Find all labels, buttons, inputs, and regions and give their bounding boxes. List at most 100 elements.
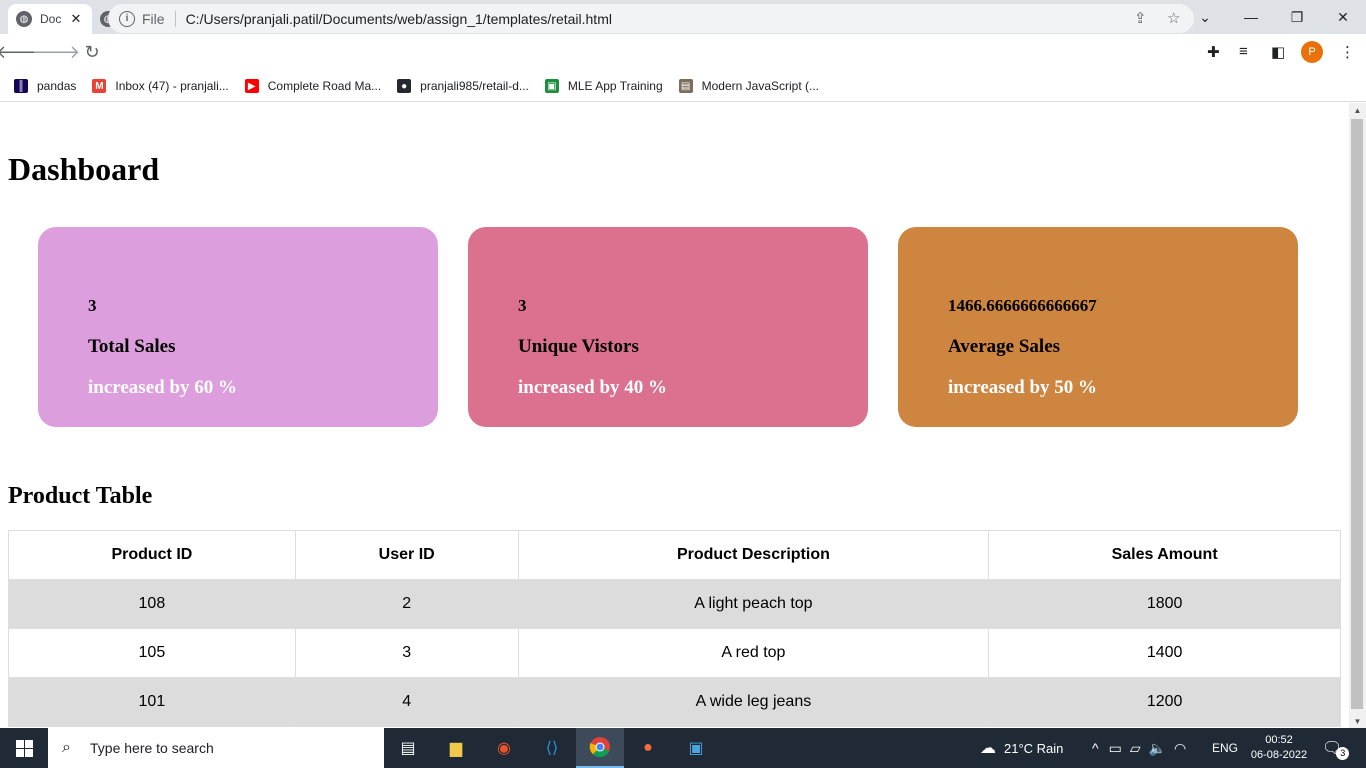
postman-icon[interactable]: ●	[624, 728, 672, 768]
restore-button[interactable]: ❐	[1274, 0, 1320, 34]
card-label: Unique Vistors	[518, 336, 639, 357]
cell-product-id: 101	[8, 677, 296, 727]
chrome-icon[interactable]	[576, 728, 624, 768]
side-panel-icon[interactable]: ◧	[1271, 43, 1285, 61]
search-placeholder: Type here to search	[90, 740, 214, 756]
cell-product-description: A light peach top	[517, 579, 990, 629]
card-label: Total Sales	[88, 336, 176, 357]
weather-widget[interactable]: ☁ 21°C Rain	[980, 728, 1063, 768]
file-explorer-icon[interactable]: ▆	[432, 728, 480, 768]
file-scheme-label: File	[142, 10, 165, 27]
header-sales-amount: Sales Amount	[988, 530, 1341, 580]
bookmark-item[interactable]: ● pranjali985/retail-d...	[397, 79, 529, 93]
bookmark-label: Inbox (47) - pranjali...	[115, 79, 229, 93]
notification-center-button[interactable]: 🗨 3	[1322, 728, 1350, 768]
browser-tab[interactable]: ◍ Doc ✕	[8, 4, 92, 34]
cell-sales-amount: 1400	[988, 628, 1341, 678]
youtube-icon: ▶	[244, 79, 259, 93]
clock-time: 00:52	[1265, 734, 1293, 746]
cell-product-id: 108	[8, 579, 296, 629]
clock-date: 06-08-2022	[1250, 749, 1308, 761]
cell-user-id: 3	[294, 628, 519, 678]
bookmark-item[interactable]: ▣ MLE App Training	[544, 79, 663, 93]
bookmark-item[interactable]: ▤ Modern JavaScript (...	[678, 79, 819, 93]
card-trend: increased by 50 %	[948, 377, 1098, 398]
bookmark-star-icon[interactable]: ☆	[1167, 9, 1180, 27]
media-control-icon[interactable]: ≡	[1239, 43, 1248, 60]
bookmark-label: pranjali985/retail-d...	[420, 79, 529, 93]
card-value: 1466.6666666666667	[948, 296, 1097, 315]
cell-sales-amount: 1800	[988, 579, 1341, 629]
bookmark-item[interactable]: ║ pandas	[14, 79, 76, 93]
cell-product-description: A wide leg jeans	[517, 677, 990, 727]
task-view-icon[interactable]: ▤	[384, 728, 432, 768]
cell-user-id: 4	[294, 677, 519, 727]
table-row: 108 2 A light peach top 1800	[8, 579, 1341, 629]
battery-icon[interactable]: ▱	[1130, 740, 1141, 757]
show-hidden-icons-chevron-icon[interactable]: ^	[1092, 740, 1099, 756]
page-viewport: Dashboard 3 Total Sales increased by 60 …	[0, 103, 1349, 728]
header-product-description: Product Description	[517, 530, 990, 580]
gmail-icon: M	[92, 79, 107, 93]
chrome-logo-icon	[589, 737, 610, 758]
browser-toolbar: 🡐 🡒 ↻	[0, 34, 1366, 71]
minimize-button[interactable]: —	[1228, 0, 1274, 34]
scroll-up-arrow-icon[interactable]: ▲	[1349, 103, 1366, 117]
start-button[interactable]	[0, 728, 48, 768]
page-title: Dashboard	[8, 151, 160, 187]
share-icon[interactable]: ⇪	[1134, 9, 1147, 27]
card-label: Average Sales	[948, 336, 1061, 357]
bookmark-item[interactable]: M Inbox (47) - pranjali...	[92, 79, 229, 93]
network-status-icon[interactable]: ▭	[1109, 740, 1122, 757]
language-indicator[interactable]: ENG	[1212, 728, 1238, 768]
profile-avatar[interactable]: P	[1301, 41, 1323, 63]
card-value: 3	[518, 296, 527, 315]
bookmark-label: pandas	[37, 79, 77, 93]
globe-icon: ◍	[16, 11, 32, 27]
table-row: 101 4 A wide leg jeans 1200	[8, 677, 1341, 727]
menu-kebab-icon[interactable]: ⋮	[1340, 43, 1355, 61]
site-info-icon[interactable]: i	[119, 10, 135, 27]
card-average-sales: 1466.6666666666667 Average Sales increas…	[898, 227, 1298, 427]
address-bar[interactable]: i File C:/Users/pranjali.patil/Documents…	[108, 4, 1194, 33]
screen: ◍Doc✕◍Doc✕Ghttp✕●reta✕▣Java✕▤Ang✕▤RES✕MI…	[0, 0, 1366, 768]
header-product-id: Product ID	[8, 530, 296, 580]
bookmarks-bar: ║ pandas M Inbox (47) - pranjali... ▶ Complet…	[0, 71, 1366, 102]
classroom-icon: ▣	[544, 79, 559, 93]
forward-button[interactable]: 🡒	[32, 37, 80, 69]
wifi-icon[interactable]: ◠	[1174, 740, 1186, 757]
reload-button[interactable]: ↻	[76, 37, 108, 69]
card-value: 3	[88, 296, 97, 315]
volume-icon[interactable]: 🔈	[1149, 740, 1166, 757]
card-total-sales: 3 Total Sales increased by 60 %	[38, 227, 438, 427]
scroll-thumb[interactable]	[1351, 119, 1363, 709]
card-trend: increased by 40 %	[518, 377, 668, 398]
close-window-button[interactable]: ✕	[1320, 0, 1366, 34]
bookmark-label: MLE App Training	[567, 79, 663, 93]
card-unique-visitors: 3 Unique Vistors increased by 40 %	[468, 227, 868, 427]
bookmark-item[interactable]: ▶ Complete Road Ma...	[244, 79, 382, 93]
ubuntu-app-icon[interactable]: ◉	[480, 728, 528, 768]
scroll-down-arrow-icon[interactable]: ▼	[1349, 714, 1366, 728]
vscode-icon[interactable]: ⟨⟩	[528, 728, 576, 768]
cell-sales-amount: 1200	[988, 677, 1341, 727]
extensions-icon[interactable]: ✚	[1207, 43, 1220, 61]
cell-product-id: 105	[8, 628, 296, 678]
omnibox-divider	[174, 10, 176, 27]
close-tab-icon[interactable]: ✕	[68, 11, 84, 27]
tab-label: Doc	[40, 12, 62, 26]
url-text[interactable]: C:/Users/pranjali.patil/Documents/web/as…	[186, 11, 612, 27]
cell-user-id: 2	[294, 579, 519, 629]
vertical-scrollbar[interactable]: ▲ ▼	[1349, 103, 1366, 728]
taskbar-search-box[interactable]: ⌕ Type here to search	[48, 728, 384, 768]
clock[interactable]: 00:52 06-08-2022	[1248, 728, 1310, 768]
bookmark-label: Complete Road Ma...	[267, 79, 382, 93]
header-user-id: User ID	[294, 530, 519, 580]
photos-icon[interactable]: ▣	[672, 728, 720, 768]
weather-text: 21°C Rain	[1004, 740, 1064, 756]
rain-cloud-icon: ☁	[980, 740, 996, 757]
document-icon: ▤	[678, 79, 693, 93]
notification-count-badge: 3	[1336, 746, 1350, 760]
cell-product-description: A red top	[517, 628, 990, 678]
tray-icons: ^ ▭ ▱ 🔈 ◠	[1092, 728, 1186, 768]
